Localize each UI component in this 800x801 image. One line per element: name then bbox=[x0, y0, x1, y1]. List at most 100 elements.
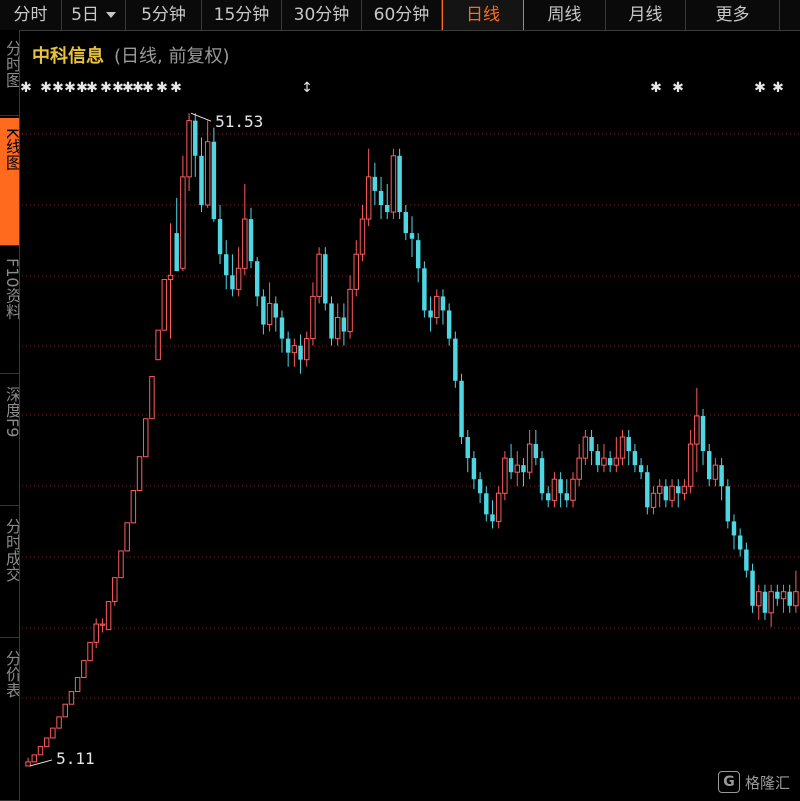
candle-body bbox=[471, 458, 477, 480]
candle-body bbox=[521, 465, 526, 473]
candle-body bbox=[676, 486, 681, 494]
candle-body bbox=[700, 415, 706, 452]
kline-chart[interactable]: 51.535.11✱ ✱ ✱ ✱ ✱✱ ✱ ✱✱✱✱ ✱ ✱ ↕ ✱ ✱ ✱ ✱ bbox=[0, 0, 800, 801]
event-marker-icon: ✱ bbox=[754, 80, 766, 96]
candle-body bbox=[453, 338, 458, 381]
candle-body bbox=[669, 485, 675, 501]
event-marker-icon: ✱ bbox=[650, 80, 662, 96]
candle-body bbox=[712, 464, 719, 480]
candle-body bbox=[663, 486, 669, 501]
candle-body bbox=[626, 437, 631, 452]
candle-body bbox=[161, 279, 168, 331]
candle-body bbox=[211, 141, 217, 220]
candle-body bbox=[731, 521, 737, 536]
candle-body bbox=[687, 443, 694, 487]
candle-body bbox=[422, 268, 427, 311]
candle-body bbox=[613, 457, 620, 466]
candle-body bbox=[645, 472, 650, 508]
candle-body bbox=[459, 380, 464, 438]
candle-body bbox=[334, 317, 341, 340]
candle-body bbox=[415, 240, 421, 269]
event-marker-icon: ✱ bbox=[772, 80, 784, 96]
event-marker-icon: ✱ bbox=[86, 80, 98, 96]
candle-body bbox=[719, 465, 724, 487]
candle-body bbox=[353, 253, 360, 290]
candle-body bbox=[112, 577, 118, 603]
event-marker-icon: ✱ bbox=[52, 80, 64, 96]
candle-body bbox=[589, 437, 594, 452]
candle-body bbox=[193, 120, 198, 156]
high-pointer bbox=[190, 112, 212, 122]
candle-body bbox=[149, 376, 155, 420]
candle-body bbox=[323, 254, 328, 304]
candle-body bbox=[304, 338, 310, 361]
candle-body bbox=[514, 464, 520, 473]
candle-body bbox=[403, 212, 409, 234]
candle-body bbox=[254, 261, 260, 297]
candle-body bbox=[273, 303, 279, 318]
candle-body bbox=[261, 296, 266, 325]
candle-body bbox=[440, 296, 446, 311]
candle-body bbox=[341, 317, 347, 332]
candle-body bbox=[50, 727, 56, 739]
candle-body bbox=[347, 288, 353, 333]
event-marker-icon: ✱ bbox=[40, 80, 52, 96]
candle-body bbox=[316, 253, 322, 297]
candle-body bbox=[31, 754, 38, 763]
candle-body bbox=[291, 345, 298, 354]
candle-body bbox=[409, 233, 415, 239]
watermark-text: 格隆汇 bbox=[744, 773, 790, 792]
candle-body bbox=[224, 254, 229, 276]
event-marker-icon: ✱ bbox=[100, 80, 112, 96]
candle-body bbox=[681, 485, 688, 494]
candle-body bbox=[539, 458, 545, 494]
candle-body bbox=[136, 456, 143, 491]
candle-body bbox=[750, 570, 755, 606]
candle-body bbox=[428, 310, 433, 318]
candle-body bbox=[118, 550, 124, 579]
candle-body bbox=[87, 641, 93, 662]
event-marker-icon: ↕ bbox=[301, 80, 313, 96]
candle-body bbox=[706, 451, 712, 480]
candle-body bbox=[130, 489, 137, 524]
candle-body bbox=[248, 219, 254, 262]
watermark: G 格隆汇 bbox=[717, 771, 790, 793]
candle-body bbox=[465, 437, 470, 459]
candle-body bbox=[235, 267, 242, 290]
event-marker-icon: ✱ bbox=[142, 80, 154, 96]
candle-body bbox=[775, 591, 780, 599]
candle-body bbox=[329, 303, 334, 339]
candle-body bbox=[595, 451, 600, 466]
candle-body bbox=[632, 451, 638, 466]
candle-body bbox=[37, 745, 44, 756]
candle-body bbox=[279, 317, 285, 339]
candle-body bbox=[756, 591, 762, 607]
candle-body bbox=[638, 465, 644, 473]
candle-body bbox=[490, 514, 495, 522]
candle-body bbox=[576, 457, 582, 480]
candle-body bbox=[570, 478, 576, 501]
candle-body bbox=[230, 275, 235, 290]
candle-body bbox=[744, 549, 749, 571]
candle-body bbox=[74, 677, 81, 693]
candle-body bbox=[167, 274, 174, 281]
candle-body bbox=[372, 176, 378, 191]
event-marker-icon: ✱ bbox=[170, 80, 182, 96]
candle-body bbox=[737, 535, 743, 550]
candle-body bbox=[56, 716, 62, 729]
candle-body bbox=[124, 522, 130, 552]
candle-body bbox=[601, 457, 607, 466]
candle-body bbox=[477, 479, 483, 494]
candle-body bbox=[359, 218, 366, 255]
candle-body bbox=[62, 703, 68, 718]
candle-body bbox=[484, 493, 489, 515]
candle-body bbox=[762, 591, 768, 613]
watermark-logo-icon: G bbox=[717, 771, 740, 793]
candle-body bbox=[174, 233, 179, 272]
event-marker-icon: ✱ bbox=[672, 80, 684, 96]
candle-body bbox=[434, 295, 440, 318]
candle-body bbox=[780, 591, 787, 600]
candle-body bbox=[204, 141, 211, 206]
candle-body bbox=[545, 493, 551, 501]
candle-body bbox=[551, 478, 558, 501]
